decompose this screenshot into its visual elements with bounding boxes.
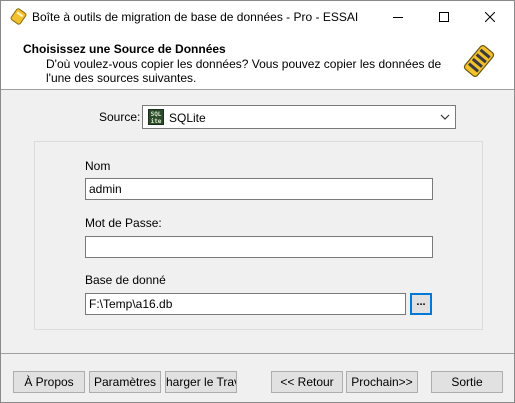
name-input[interactable] bbox=[85, 178, 433, 200]
minimize-button[interactable] bbox=[375, 1, 421, 32]
database-path-input[interactable] bbox=[85, 293, 406, 315]
sqlite-icon-text-bottom: ite bbox=[150, 118, 162, 125]
password-label: Mot de Passe: bbox=[85, 216, 162, 230]
close-button[interactable] bbox=[467, 1, 513, 32]
back-button[interactable]: << Retour bbox=[271, 371, 343, 393]
wizard-window: Boîte à outils de migration de base de d… bbox=[0, 0, 515, 403]
next-button[interactable]: Prochain>> bbox=[346, 371, 418, 393]
page-title: Choisissez une Source de Données bbox=[23, 42, 226, 56]
chevron-down-icon bbox=[440, 114, 450, 120]
window-title: Boîte à outils de migration de base de d… bbox=[32, 10, 359, 24]
bottom-divider bbox=[1, 353, 514, 354]
wizard-header: Choisissez une Source de Données D'où vo… bbox=[1, 32, 514, 90]
settings-button[interactable]: Paramètres bbox=[89, 371, 161, 393]
maximize-icon bbox=[439, 11, 449, 22]
exit-button[interactable]: Sortie bbox=[431, 371, 503, 393]
title-bar[interactable]: Boîte à outils de migration de base de d… bbox=[1, 1, 514, 32]
migration-logo-icon bbox=[463, 44, 495, 78]
password-input[interactable] bbox=[85, 236, 433, 258]
name-label: Nom bbox=[85, 159, 111, 173]
minimize-icon bbox=[393, 16, 403, 18]
load-job-button[interactable]: harger le Trava bbox=[165, 371, 237, 393]
close-icon bbox=[485, 11, 495, 22]
sqlite-icon: SQL ite bbox=[148, 109, 164, 125]
source-selected-value: SQLite bbox=[169, 111, 206, 125]
maximize-button[interactable] bbox=[421, 1, 467, 32]
about-button[interactable]: À Propos bbox=[13, 371, 85, 393]
app-icon bbox=[10, 8, 27, 25]
sqlite-icon-text-top: SQL bbox=[150, 111, 162, 118]
source-label: Source: bbox=[99, 110, 141, 124]
database-label: Base de donné bbox=[85, 273, 166, 287]
source-dropdown[interactable]: SQL ite SQLite bbox=[142, 105, 456, 129]
browse-button[interactable]: ... bbox=[410, 293, 432, 315]
page-description: D'où voulez-vous copier les données? Vou… bbox=[46, 57, 442, 85]
